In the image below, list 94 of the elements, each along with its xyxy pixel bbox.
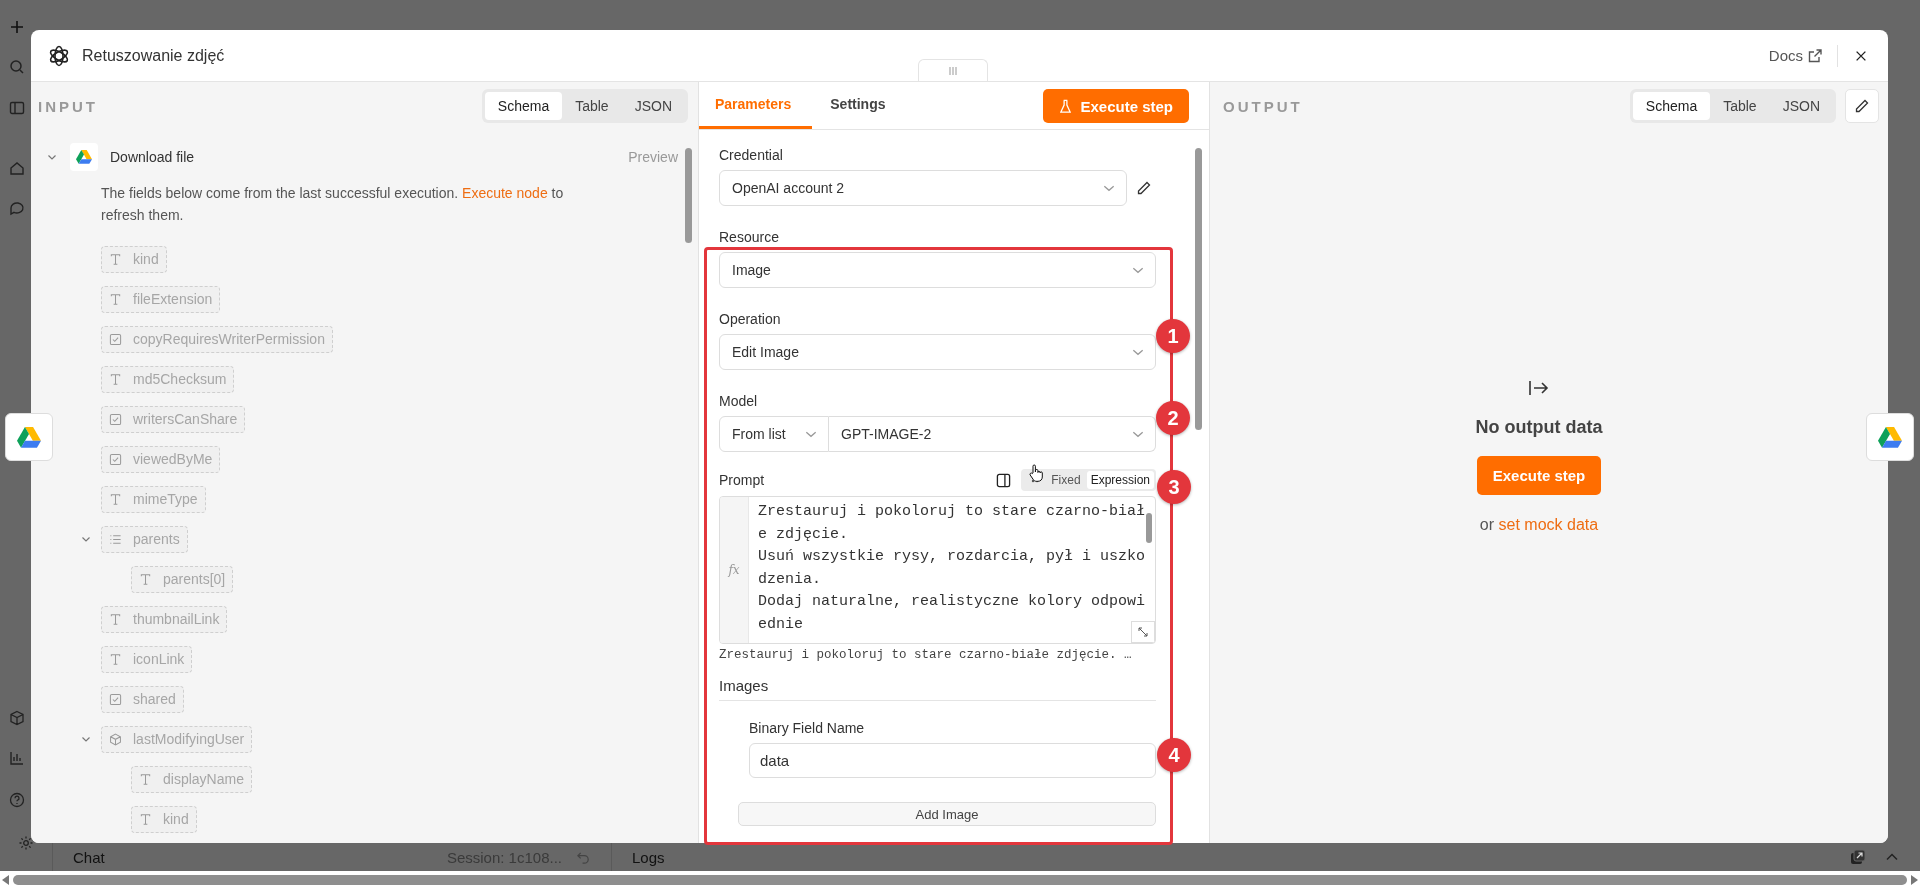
docs-link[interactable]: Docs <box>1768 47 1823 64</box>
mode-option[interactable]: Fixed <box>1047 471 1085 489</box>
checked-box-icon <box>109 452 122 466</box>
execute-node-link[interactable]: Execute node <box>462 185 548 201</box>
text-type-icon <box>109 492 122 506</box>
schema-field[interactable]: writersCanShare <box>101 405 246 433</box>
text-type-icon <box>109 372 122 386</box>
side-panel-icon[interactable] <box>996 472 1012 488</box>
view-tab[interactable]: JSON <box>621 92 685 120</box>
field-label: Model <box>719 392 758 410</box>
pencil-icon <box>1854 98 1870 114</box>
list-icon <box>109 532 122 546</box>
text-type-icon <box>139 772 152 786</box>
view-tab[interactable]: Schema <box>1632 92 1711 120</box>
cube-icon[interactable] <box>9 710 25 726</box>
window-title: Retuszowanie zdjęć <box>82 46 225 65</box>
plus-icon[interactable] <box>9 19 25 35</box>
or-text: or <box>1479 516 1495 533</box>
schema-field[interactable]: displayName <box>131 765 252 793</box>
empty-title: No output data <box>1475 417 1603 438</box>
horizontal-scrollbar[interactable] <box>0 871 1920 889</box>
schema-field[interactable]: md5Checksum <box>101 365 235 393</box>
home-icon[interactable] <box>9 160 25 176</box>
schema-field[interactable]: parents[0] <box>131 565 234 593</box>
panel-tab[interactable]: Parameters <box>699 82 813 129</box>
schema-field[interactable]: iconLink <box>101 645 193 673</box>
field-label: Resource <box>719 228 779 246</box>
binary-field-input[interactable]: data <box>749 743 1156 778</box>
node-name: Download file <box>110 149 195 165</box>
add-image-button[interactable]: Add Image <box>738 802 1156 826</box>
checked-box-icon <box>109 692 122 706</box>
chat-label[interactable]: Chat <box>73 848 105 866</box>
cube-icon <box>109 732 122 746</box>
prompt-preview: Zrestauruj i pokoloruj to stare czarno-białe zdjęcie. … <box>719 648 1133 662</box>
text-type-icon <box>109 652 122 666</box>
credential-select[interactable]: OpenAI account 2 <box>719 170 1127 206</box>
mode-select[interactable]: From list <box>719 416 829 452</box>
text-type-icon <box>109 252 122 266</box>
text-type-icon <box>139 572 152 586</box>
notice-text: The fields below come from the last successful execution. Execute node to refresh them. <box>101 184 565 225</box>
schema-field[interactable]: lastModifyingUser <box>101 725 253 753</box>
checked-box-icon <box>109 412 122 426</box>
edit-button[interactable] <box>1845 89 1879 123</box>
field-label: Credential <box>719 146 783 164</box>
text-type-icon <box>109 612 122 626</box>
knot-logo-icon <box>47 43 71 68</box>
schema-field[interactable]: parents <box>101 525 188 553</box>
view-tab[interactable]: Schema <box>484 92 563 120</box>
hand-cursor-icon <box>1029 464 1044 482</box>
help-icon[interactable] <box>9 792 25 808</box>
set-mock-data-link[interactable]: set mock data <box>1498 516 1599 533</box>
flask-icon <box>1059 98 1073 114</box>
drive-node-icon[interactable] <box>5 413 53 461</box>
sidebar-icon[interactable] <box>9 100 25 116</box>
resource-select[interactable]: Image <box>719 252 1156 288</box>
schema-field[interactable]: fileExtension <box>101 285 221 313</box>
drive-node-icon[interactable] <box>1866 413 1914 461</box>
panel-heading: OUTPUT <box>1223 97 1303 115</box>
chart-icon[interactable] <box>9 750 25 766</box>
field-label: Operation <box>719 310 781 328</box>
schema-field[interactable]: thumbnailLink <box>101 605 228 633</box>
checked-box-icon <box>109 332 122 346</box>
section-title: Images <box>719 677 1156 701</box>
schema-field[interactable]: viewedByMe <box>101 445 221 473</box>
search-icon[interactable] <box>9 59 25 75</box>
view-tab[interactable]: Table <box>562 92 622 120</box>
model-select[interactable]: GPT-IMAGE-2 <box>829 416 1156 452</box>
execute-step-button[interactable]: Execute step <box>1476 456 1602 495</box>
schema-field[interactable]: mimeType <box>101 485 206 513</box>
pencil-icon[interactable] <box>1136 180 1152 196</box>
resize-handle[interactable] <box>918 59 988 81</box>
view-tab[interactable]: JSON <box>1769 92 1833 120</box>
panel-heading: INPUT <box>38 97 98 115</box>
schema-field[interactable]: shared <box>101 685 184 713</box>
chat-icon[interactable] <box>9 200 25 216</box>
field-label: Binary Field Name <box>749 719 865 737</box>
drive-node-icon <box>70 143 98 171</box>
logs-label[interactable]: Logs <box>632 848 665 866</box>
schema-field[interactable]: kind <box>101 245 167 273</box>
external-link-icon <box>1807 47 1823 64</box>
view-tab[interactable]: Table <box>1710 92 1770 120</box>
panel-tab[interactable]: Settings <box>814 82 902 129</box>
settings-icon[interactable] <box>18 835 34 851</box>
schema-field[interactable]: copyRequiresWriterPermission <box>101 325 333 353</box>
popout-icon[interactable] <box>1850 849 1866 865</box>
schema-field[interactable]: kind <box>131 805 197 833</box>
field-label: Prompt <box>719 472 765 488</box>
execute-step-button[interactable]: Execute step <box>1043 89 1189 123</box>
text-type-icon <box>109 292 122 306</box>
mode-option[interactable]: Expression <box>1086 471 1154 489</box>
text-type-icon <box>139 812 152 826</box>
preview-link[interactable]: Preview <box>628 149 678 165</box>
arrow-to-right-icon <box>1528 379 1550 397</box>
operation-select[interactable]: Edit Image <box>719 334 1156 370</box>
